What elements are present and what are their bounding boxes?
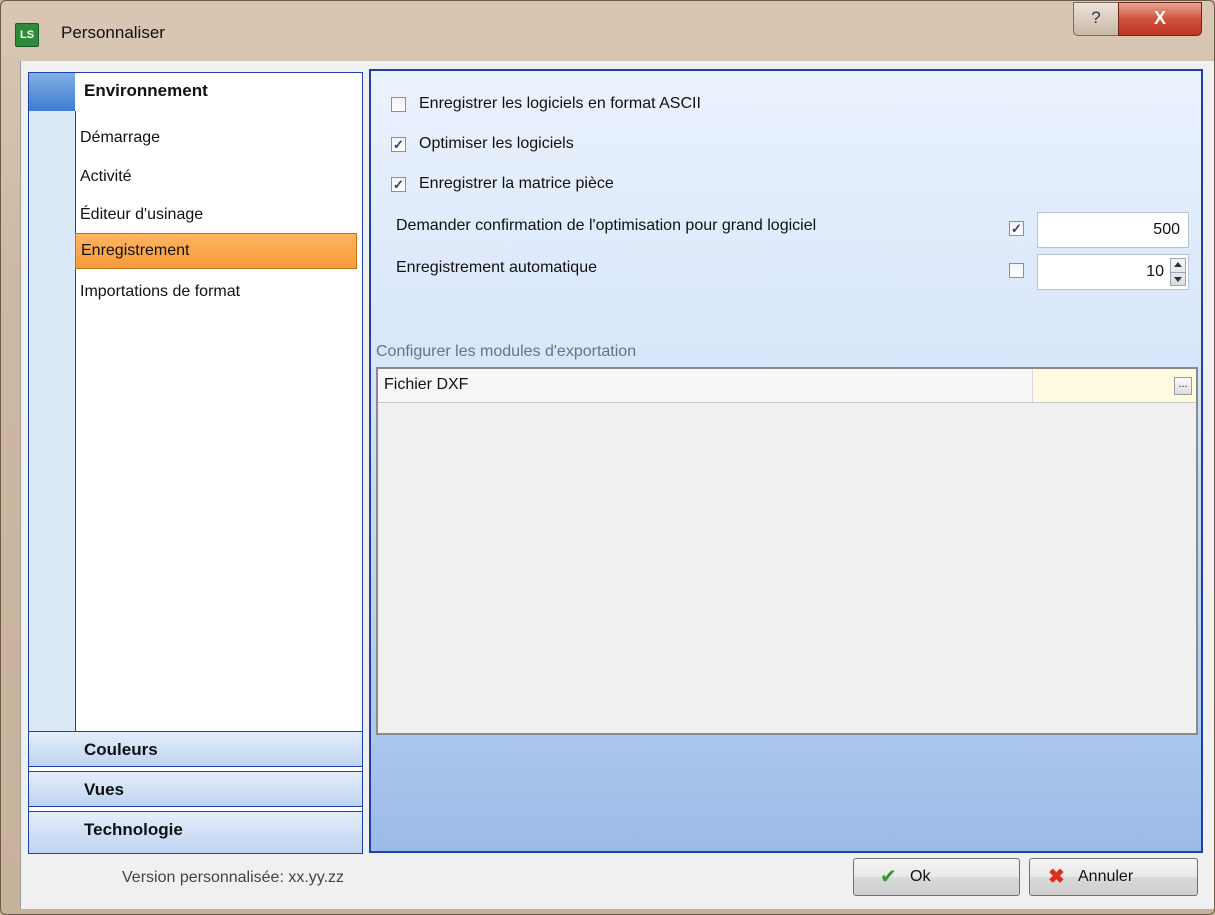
- export-row-name: Fichier DXF: [384, 376, 469, 393]
- nav-item-demarrage[interactable]: Démarrage: [75, 123, 357, 153]
- window-title: Personnaliser: [61, 23, 165, 42]
- cancel-button[interactable]: ✖ Annuler: [1029, 858, 1198, 896]
- nav-group-label: Environnement: [84, 81, 208, 100]
- autosave-interval-spinbox[interactable]: 10: [1037, 254, 1189, 290]
- nav-group-environnement[interactable]: Environnement: [29, 73, 362, 111]
- cancel-label: Annuler: [1078, 868, 1134, 885]
- nav-group-technologie[interactable]: Technologie: [29, 811, 362, 853]
- customize-dialog: LS Personnaliser ? X Environnement Démar…: [0, 0, 1215, 915]
- ascii-label: Enregistrer les logiciels en format ASCI…: [419, 95, 701, 112]
- close-button[interactable]: X: [1118, 2, 1202, 36]
- spin-up-icon[interactable]: [1174, 262, 1182, 267]
- export-modules-grid: Fichier DXF ...: [376, 367, 1198, 735]
- spin-divider: [1171, 272, 1185, 273]
- optimize-checkbox[interactable]: ✓: [391, 137, 406, 152]
- nav-item-enregistrement[interactable]: Enregistrement: [75, 233, 357, 269]
- matrix-label: Enregistrer la matrice pièce: [419, 175, 614, 192]
- nav-group-vues[interactable]: Vues: [29, 771, 362, 807]
- confirm-optimization-label: Demander confirmation de l'optimisation …: [396, 217, 817, 234]
- checkmark-icon: ✔: [880, 866, 897, 888]
- nav-item-activite[interactable]: Activité: [75, 162, 357, 192]
- export-row-value[interactable]: ...: [1032, 369, 1196, 402]
- spin-down-icon[interactable]: [1174, 277, 1182, 282]
- autosave-interval-value: 10: [1146, 263, 1164, 280]
- matrix-checkbox[interactable]: ✓: [391, 177, 406, 192]
- spin-buttons[interactable]: [1170, 258, 1186, 286]
- title-bar[interactable]: LS Personnaliser ? X: [1, 1, 1214, 61]
- nav-group-label: Vues: [84, 780, 125, 799]
- confirm-optimization-threshold-input[interactable]: 500: [1037, 212, 1189, 248]
- nav-item-importations-format[interactable]: Importations de format: [75, 277, 357, 307]
- optimize-label: Optimiser les logiciels: [419, 135, 574, 152]
- category-nav: Environnement Démarrage Activité Éditeur…: [28, 72, 363, 854]
- version-label: Version personnalisée: xx.yy.zz: [122, 869, 345, 886]
- nav-group-label: Technologie: [84, 820, 183, 839]
- ascii-checkbox[interactable]: [391, 97, 406, 112]
- autosave-label: Enregistrement automatique: [396, 259, 597, 276]
- dialog-client-area: Environnement Démarrage Activité Éditeur…: [20, 61, 1214, 909]
- browse-ellipsis-button[interactable]: ...: [1174, 377, 1192, 395]
- autosave-checkbox[interactable]: [1009, 263, 1024, 278]
- export-section-label: Configurer les modules d'exportation: [376, 343, 637, 360]
- active-group-tab: [29, 73, 75, 111]
- app-icon: LS: [15, 23, 39, 47]
- settings-panel: Enregistrer les logiciels en format ASCI…: [369, 69, 1203, 853]
- confirm-optimization-checkbox[interactable]: ✓: [1009, 221, 1024, 236]
- nav-item-editeur-usinage[interactable]: Éditeur d'usinage: [75, 200, 357, 230]
- cross-icon: ✖: [1048, 866, 1065, 888]
- nav-strip: [29, 73, 76, 731]
- export-row-dxf[interactable]: Fichier DXF ...: [378, 369, 1196, 403]
- help-button[interactable]: ?: [1073, 2, 1119, 36]
- nav-group-couleurs[interactable]: Couleurs: [29, 731, 362, 767]
- ok-label: Ok: [910, 868, 931, 885]
- nav-group-label: Couleurs: [84, 740, 158, 759]
- ok-button[interactable]: ✔ Ok: [853, 858, 1020, 896]
